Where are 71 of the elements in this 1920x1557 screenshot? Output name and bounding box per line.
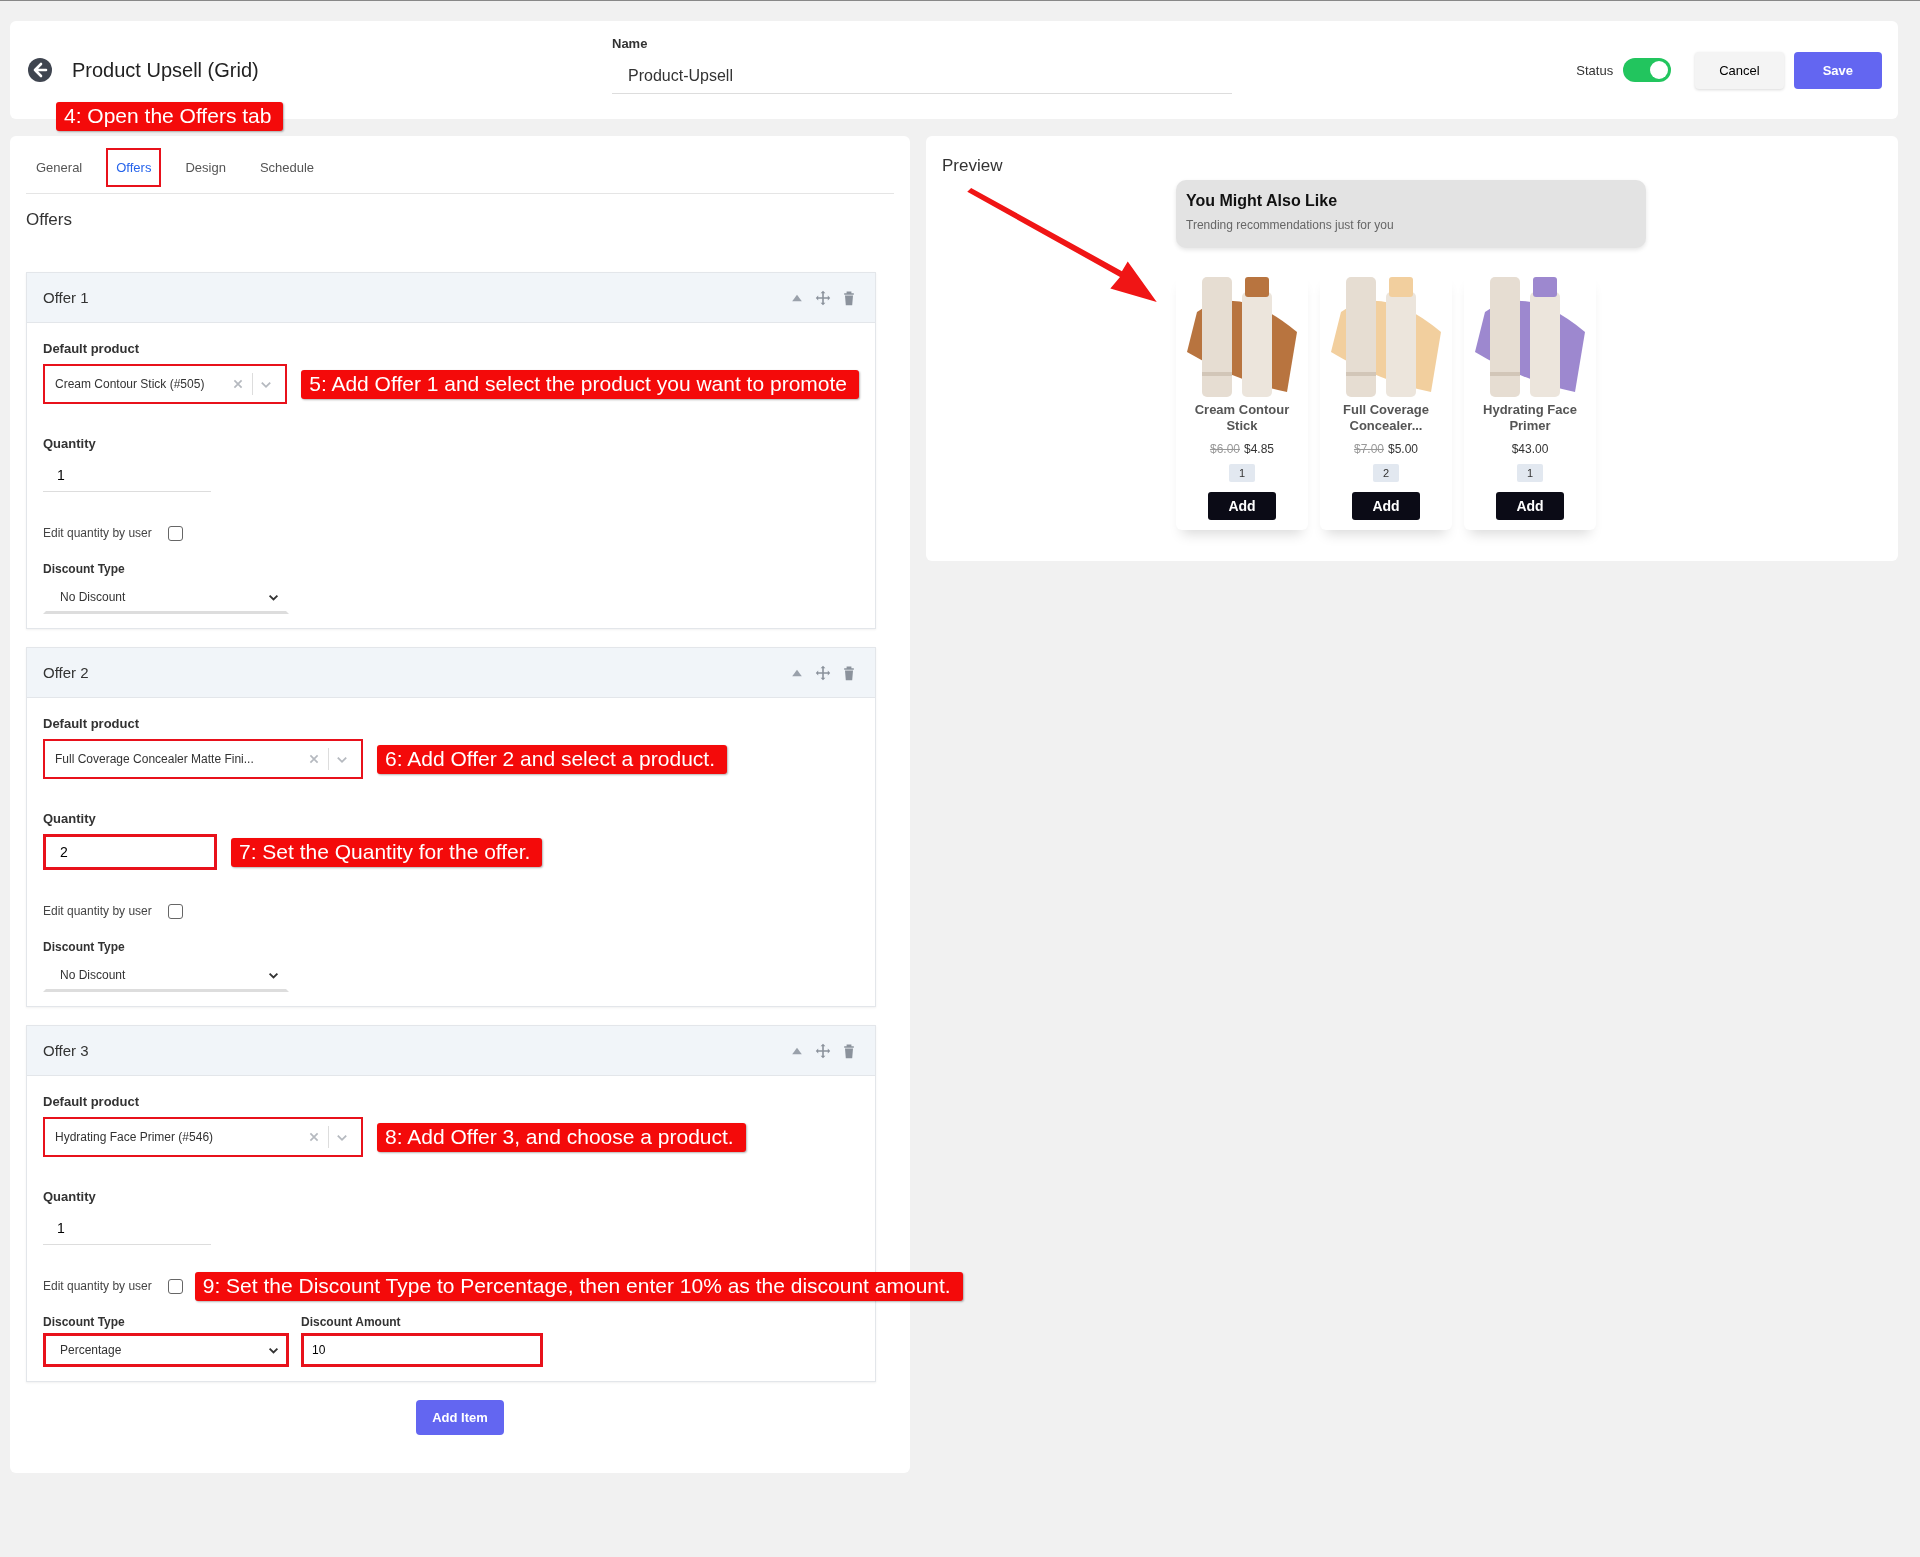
move-icon[interactable] bbox=[815, 289, 831, 306]
banner-subtitle: Trending recommendations just for you bbox=[1186, 218, 1395, 232]
product-name: Cream Contour Stick bbox=[1193, 402, 1291, 434]
trash-icon[interactable] bbox=[841, 289, 857, 306]
move-icon[interactable] bbox=[815, 1042, 831, 1059]
field-label: Default product bbox=[43, 716, 141, 731]
old-price: $7.00 bbox=[1353, 442, 1384, 456]
field-label: Discount Type bbox=[43, 562, 126, 576]
quantity-badge: 1 bbox=[1516, 464, 1544, 482]
tab[interactable]: Design bbox=[175, 148, 236, 187]
callout-label: 5: Add Offer 1 and select the product you want to promote bbox=[301, 369, 859, 399]
offer-title: Offer 2 bbox=[43, 664, 89, 681]
callout-label: 4: Open the Offers tab bbox=[56, 102, 284, 131]
offer-title: Offer 3 bbox=[43, 1042, 89, 1059]
discount-select[interactable]: No Discount bbox=[43, 580, 289, 614]
trash-icon[interactable] bbox=[841, 664, 857, 681]
tab[interactable]: Offers bbox=[106, 148, 162, 187]
quantity-badge: 1 bbox=[1228, 464, 1256, 482]
field-label: Quantity bbox=[43, 436, 97, 451]
callout-label: 6: Add Offer 2 and select a product. bbox=[377, 744, 727, 774]
clear-icon[interactable] bbox=[308, 753, 320, 765]
status-label: Status bbox=[1576, 62, 1614, 78]
checkbox[interactable] bbox=[167, 525, 183, 541]
clear-icon[interactable] bbox=[232, 378, 245, 390]
old-price: $6.00 bbox=[1209, 442, 1240, 456]
move-icon[interactable] bbox=[815, 664, 831, 681]
tab[interactable]: General bbox=[26, 148, 93, 187]
product-select[interactable]: Cream Contour Stick (#505) bbox=[43, 364, 288, 404]
section-title: Offers bbox=[26, 210, 73, 230]
field-label: Default product bbox=[43, 1094, 141, 1109]
name-label: Name bbox=[612, 36, 649, 51]
field-label: Discount Amount bbox=[301, 1315, 402, 1329]
product-select[interactable]: Hydrating Face Primer (#546) bbox=[43, 1117, 363, 1157]
field-label: Discount Type bbox=[43, 940, 126, 954]
callout-label: 9: Set the Discount Type to Percentage, then enter 10% as the discount amount. bbox=[194, 1271, 963, 1301]
clear-icon[interactable] bbox=[308, 1131, 320, 1143]
add-item-button[interactable]: Add Item bbox=[416, 1400, 504, 1435]
add-button[interactable]: Add bbox=[1208, 492, 1276, 520]
offer-title: Offer 1 bbox=[43, 289, 89, 306]
price: $4.85 bbox=[1244, 442, 1275, 456]
add-button[interactable]: Add bbox=[1352, 492, 1420, 520]
product-select[interactable]: Full Coverage Concealer Matte Fini... bbox=[43, 739, 363, 779]
save-button[interactable]: Save bbox=[1793, 51, 1882, 89]
field-label: Quantity bbox=[43, 1189, 97, 1204]
banner-title: You Might Also Like bbox=[1186, 192, 1339, 210]
discount-select[interactable]: No Discount bbox=[43, 958, 289, 992]
checkbox-label: Edit quantity by user bbox=[43, 526, 152, 540]
checkbox[interactable] bbox=[167, 903, 183, 919]
product-name: Hydrating Face Primer bbox=[1482, 402, 1578, 434]
checkbox-label: Edit quantity by user bbox=[43, 904, 152, 918]
preview-title: Preview bbox=[942, 156, 1004, 176]
quantity-field[interactable]: 2 bbox=[43, 834, 217, 870]
cancel-button[interactable]: Cancel bbox=[1695, 51, 1784, 89]
product-name: Full Coverage Concealer... bbox=[1342, 402, 1430, 434]
field-label: Discount Type bbox=[43, 1315, 126, 1329]
price: $5.00 bbox=[1388, 442, 1419, 456]
add-button[interactable]: Add bbox=[1496, 492, 1564, 520]
field-label: Default product bbox=[43, 341, 141, 356]
field-label: Quantity bbox=[43, 811, 97, 826]
checkbox-label: Edit quantity by user bbox=[43, 1279, 152, 1293]
trash-icon[interactable] bbox=[841, 1042, 857, 1059]
checkbox[interactable] bbox=[167, 1278, 183, 1294]
callout-label: 7: Set the Quantity for the offer. bbox=[231, 837, 543, 867]
page-title: Product Upsell (Grid) bbox=[72, 58, 260, 82]
discount-amount-field[interactable]: 10 bbox=[301, 1333, 543, 1367]
callout-label: 8: Add Offer 3, and choose a product. bbox=[377, 1122, 746, 1152]
discount-select[interactable]: Percentage bbox=[43, 1333, 289, 1367]
quantity-badge: 2 bbox=[1372, 464, 1400, 482]
status-toggle[interactable] bbox=[1623, 58, 1672, 82]
price: $43.00 bbox=[1511, 442, 1549, 456]
tab[interactable]: Schedule bbox=[249, 148, 325, 187]
